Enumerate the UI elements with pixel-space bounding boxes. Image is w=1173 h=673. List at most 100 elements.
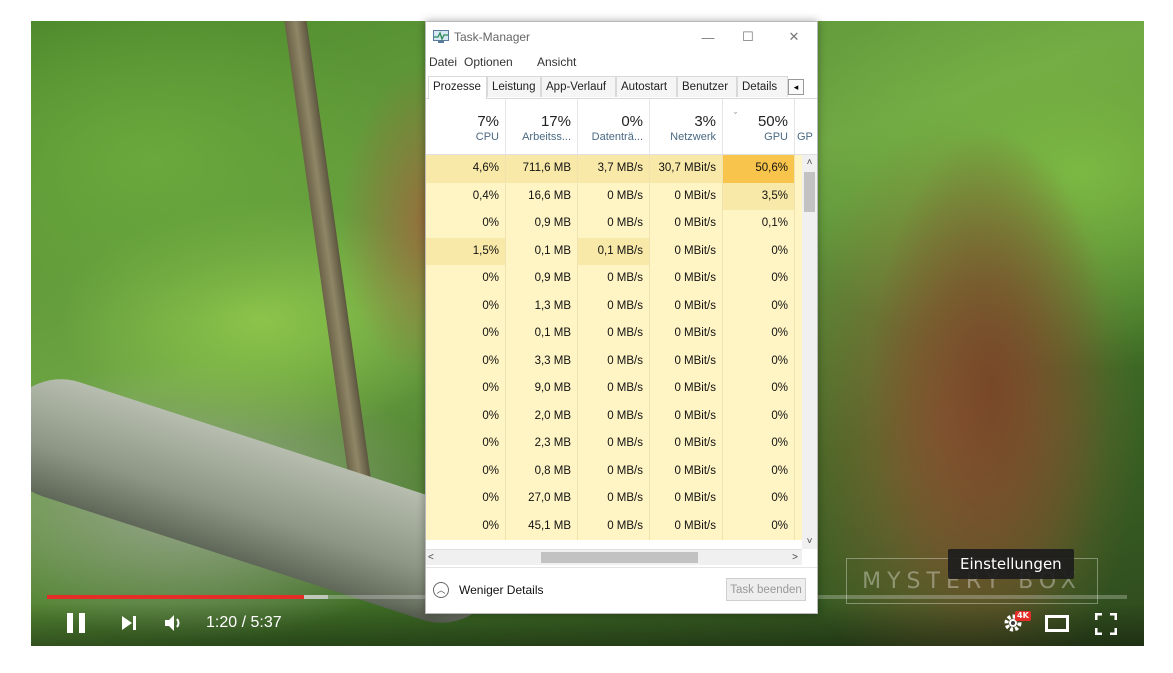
scroll-right-icon[interactable]: > (792, 550, 798, 565)
cell-gpu: 0% (723, 430, 795, 458)
scroll-down-icon[interactable]: ˅ (802, 534, 817, 549)
table-row[interactable]: 0% 27,0 MB 0 MB/s 0 MBit/s 0% (426, 485, 802, 513)
cell-disk: 0 MB/s (578, 485, 650, 513)
cell-network: 0 MBit/s (650, 320, 723, 348)
cell-network: 0 MBit/s (650, 347, 723, 375)
table-row[interactable]: 0% 9,0 MB 0 MB/s 0 MBit/s 0% (426, 375, 802, 403)
scroll-up-icon[interactable]: ˄ (802, 155, 817, 170)
table-row[interactable]: 0% 0,1 MB 0 MB/s 0 MBit/s 0% (426, 320, 802, 348)
tab-benutzer[interactable]: Benutzer (677, 76, 737, 97)
fullscreen-icon (1094, 612, 1118, 636)
cell-gpu-engine (795, 182, 802, 210)
quality-badge: 4K (1015, 611, 1031, 621)
cell-cpu: 0% (426, 485, 506, 513)
cell-cpu: 0% (426, 457, 506, 485)
memory-total: 17% (540, 113, 571, 130)
menu-bar: Datei Optionen Ansicht (426, 53, 817, 73)
cell-memory: 0,1 MB (506, 237, 578, 265)
cell-disk: 0 MB/s (578, 375, 650, 403)
cell-gpu-engine (795, 457, 802, 485)
chevron-up-icon[interactable]: ︿ (433, 582, 449, 598)
table-row[interactable]: 0% 0,9 MB 0 MB/s 0 MBit/s 0% (426, 265, 802, 293)
cell-network: 0 MBit/s (650, 485, 723, 513)
column-memory[interactable]: 17% Arbeitss... (506, 99, 578, 154)
table-row[interactable]: 0% 1,3 MB 0 MB/s 0 MBit/s 0% (426, 292, 802, 320)
cell-cpu: 0% (426, 375, 506, 403)
cell-memory: 45,1 MB (506, 512, 578, 540)
cell-memory: 9,0 MB (506, 375, 578, 403)
time-display: 1:20 / 5:37 (206, 614, 282, 631)
cell-gpu: 0% (723, 375, 795, 403)
title-bar[interactable]: Task-Manager — ☐ ✕ (426, 22, 817, 52)
window-title: Task-Manager (454, 30, 531, 44)
scroll-left-icon[interactable]: < (428, 550, 434, 565)
table-row[interactable]: 0% 0,8 MB 0 MB/s 0 MBit/s 0% (426, 457, 802, 485)
cell-network: 30,7 MBit/s (650, 155, 723, 183)
horizontal-scrollbar[interactable]: < > (426, 549, 802, 565)
footer: ︿ Weniger Details Task beenden (426, 567, 817, 613)
column-cpu[interactable]: 7% CPU (426, 99, 506, 154)
column-header: 7% CPU 17% Arbeitss... 0% Datenträ... 3%… (426, 99, 817, 155)
tab-autostart[interactable]: Autostart (616, 76, 677, 97)
cell-gpu-engine (795, 210, 802, 238)
menu-datei[interactable]: Datei (429, 55, 457, 69)
tab-leistung[interactable]: Leistung (487, 76, 541, 97)
cell-disk: 0 MB/s (578, 320, 650, 348)
menu-optionen[interactable]: Optionen (464, 55, 513, 69)
tab-prozesse[interactable]: Prozesse (428, 76, 487, 99)
tab-scroll-left-button[interactable]: ◂ (788, 79, 804, 95)
cell-memory: 2,3 MB (506, 430, 578, 458)
cell-memory: 0,8 MB (506, 457, 578, 485)
minimize-button[interactable]: — (690, 22, 726, 52)
cell-gpu: 0% (723, 320, 795, 348)
cell-memory: 3,3 MB (506, 347, 578, 375)
column-gpu-engine[interactable]: GP (795, 99, 817, 154)
cell-gpu-engine (795, 320, 802, 348)
settings-tooltip: Einstellungen (948, 549, 1074, 579)
table-row[interactable]: 0% 0,9 MB 0 MB/s 0 MBit/s 0,1% (426, 210, 802, 238)
end-task-button[interactable]: Task beenden (726, 578, 806, 601)
table-row[interactable]: 0% 45,1 MB 0 MB/s 0 MBit/s 0% (426, 512, 802, 540)
table-row[interactable]: 0,4% 16,6 MB 0 MB/s 0 MBit/s 3,5% (426, 182, 802, 210)
cell-gpu: 0% (723, 402, 795, 430)
menu-ansicht[interactable]: Ansicht (537, 55, 576, 69)
cell-network: 0 MBit/s (650, 512, 723, 540)
cell-memory: 0,9 MB (506, 265, 578, 293)
cell-gpu-engine (795, 292, 802, 320)
pause-button[interactable] (67, 613, 87, 633)
vertical-scrollbar[interactable]: ˄ ˅ (802, 155, 817, 549)
next-button[interactable] (121, 615, 137, 631)
tab-details[interactable]: Details (737, 76, 788, 97)
tab-app-verlauf[interactable]: App-Verlauf (541, 76, 616, 97)
cell-gpu-engine (795, 237, 802, 265)
vertical-scroll-thumb[interactable] (804, 172, 815, 212)
volume-icon (165, 615, 180, 631)
cell-gpu-engine (795, 265, 802, 293)
column-gpu[interactable]: 50% GPU (723, 99, 795, 154)
maximize-button[interactable]: ☐ (730, 22, 766, 52)
volume-button[interactable] (164, 614, 184, 632)
cell-disk: 0 MB/s (578, 402, 650, 430)
column-disk[interactable]: 0% Datenträ... (578, 99, 650, 154)
table-row[interactable]: 1,5% 0,1 MB 0,1 MB/s 0 MBit/s 0% (426, 237, 802, 265)
fewer-details-link[interactable]: Weniger Details (459, 583, 543, 597)
cell-cpu: 0% (426, 402, 506, 430)
table-row[interactable]: 0% 2,3 MB 0 MB/s 0 MBit/s 0% (426, 430, 802, 458)
gpu-engine-total (797, 113, 817, 130)
horizontal-scroll-thumb[interactable] (541, 552, 698, 563)
settings-button[interactable]: 4K (1003, 611, 1031, 635)
sort-chevron-icon: ˇ (734, 111, 737, 121)
table-row[interactable]: 0% 3,3 MB 0 MB/s 0 MBit/s 0% (426, 347, 802, 375)
table-row[interactable]: 0% 2,0 MB 0 MB/s 0 MBit/s 0% (426, 402, 802, 430)
close-button[interactable]: ✕ (776, 22, 812, 52)
cell-disk: 0 MB/s (578, 182, 650, 210)
task-manager-window[interactable]: Task-Manager — ☐ ✕ Datei Optionen Ansich… (425, 21, 818, 614)
cell-gpu: 3,5% (723, 182, 795, 210)
cell-gpu: 0% (723, 265, 795, 293)
fullscreen-button[interactable] (1094, 612, 1118, 636)
theater-mode-button[interactable] (1045, 615, 1069, 632)
cell-network: 0 MBit/s (650, 292, 723, 320)
table-row[interactable]: 4,6% 711,6 MB 3,7 MB/s 30,7 MBit/s 50,6% (426, 155, 802, 183)
memory-label: Arbeitss... (522, 131, 571, 143)
column-network[interactable]: 3% Netzwerk (650, 99, 723, 154)
